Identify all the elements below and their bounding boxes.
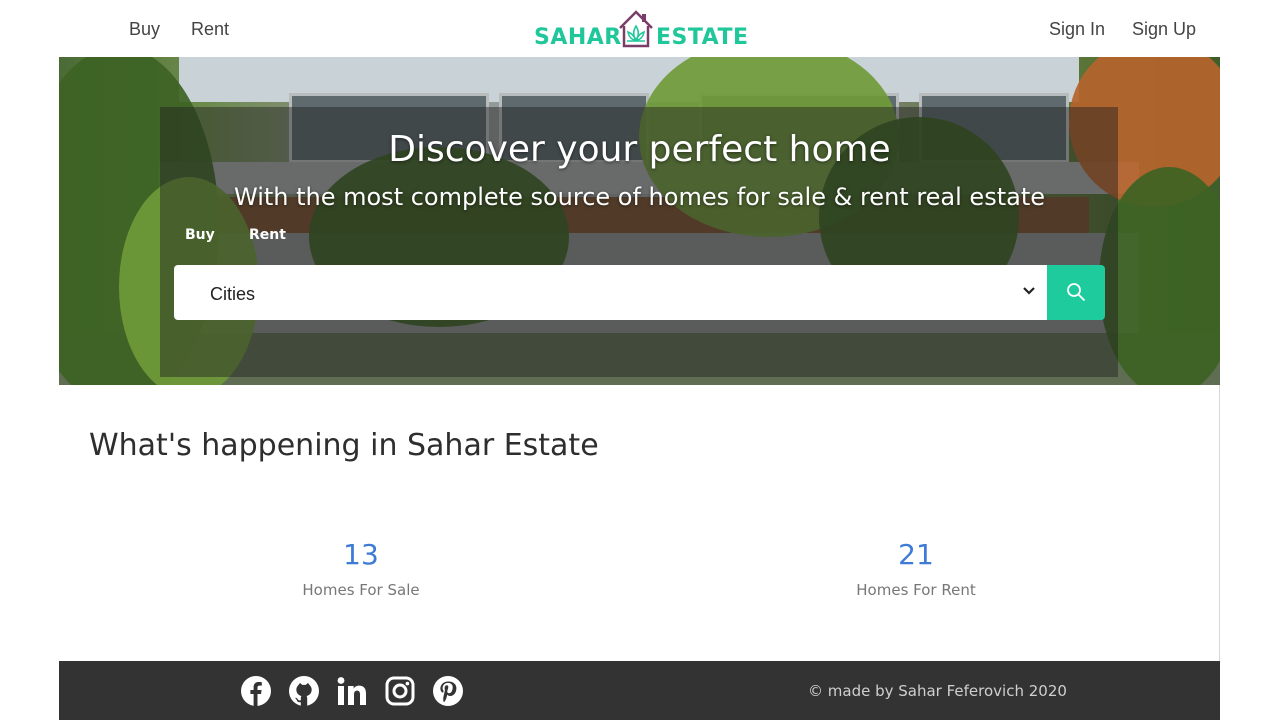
page-frame: Buy Rent SAHAR ESTATE Sign In Sign Up Di…	[59, 0, 1220, 720]
search-icon	[1067, 283, 1085, 301]
stat-homes-for-sale: 13 Homes For Sale	[211, 538, 511, 599]
site-logo[interactable]: SAHAR ESTATE	[534, 8, 748, 52]
section-title: What's happening in Sahar Estate	[89, 428, 599, 463]
tab-rent[interactable]: Rent	[249, 227, 286, 243]
tab-buy[interactable]: Buy	[185, 227, 215, 243]
linkedin-icon[interactable]	[336, 675, 368, 707]
cities-select-value: Cities	[210, 284, 256, 304]
search-bar: Cities	[174, 265, 1105, 320]
sign-in-link[interactable]: Sign In	[1049, 19, 1105, 40]
instagram-icon[interactable]	[384, 675, 416, 707]
logo-word-sahar: SAHAR	[534, 25, 622, 50]
search-button[interactable]	[1047, 265, 1105, 320]
stat-homes-for-rent: 21 Homes For Rent	[766, 538, 1066, 599]
stat-label: Homes For Rent	[856, 581, 976, 599]
nav-buy-link[interactable]: Buy	[129, 19, 160, 40]
stat-value: 21	[898, 538, 934, 571]
hero-title: Discover your perfect home	[388, 129, 891, 170]
cities-select[interactable]: Cities	[174, 265, 1047, 320]
hero-banner: Discover your perfect home With the most…	[59, 57, 1220, 385]
facebook-icon[interactable]	[240, 675, 272, 707]
pinterest-icon[interactable]	[432, 675, 464, 707]
stat-value: 13	[343, 538, 379, 571]
house-lotus-icon	[619, 10, 653, 48]
chevron-down-icon	[1023, 287, 1035, 295]
copyright-text: © made by Sahar Feferovich 2020	[808, 682, 1067, 700]
footer: © made by Sahar Feferovich 2020	[59, 661, 1220, 720]
sign-up-link[interactable]: Sign Up	[1132, 19, 1196, 40]
github-icon[interactable]	[288, 675, 320, 707]
nav-rent-link[interactable]: Rent	[191, 19, 229, 40]
hero-subtitle: With the most complete source of homes f…	[233, 183, 1045, 211]
stat-label: Homes For Sale	[302, 581, 420, 599]
logo-word-estate: ESTATE	[656, 25, 749, 50]
top-nav: Buy Rent SAHAR ESTATE Sign In Sign Up	[59, 0, 1220, 57]
